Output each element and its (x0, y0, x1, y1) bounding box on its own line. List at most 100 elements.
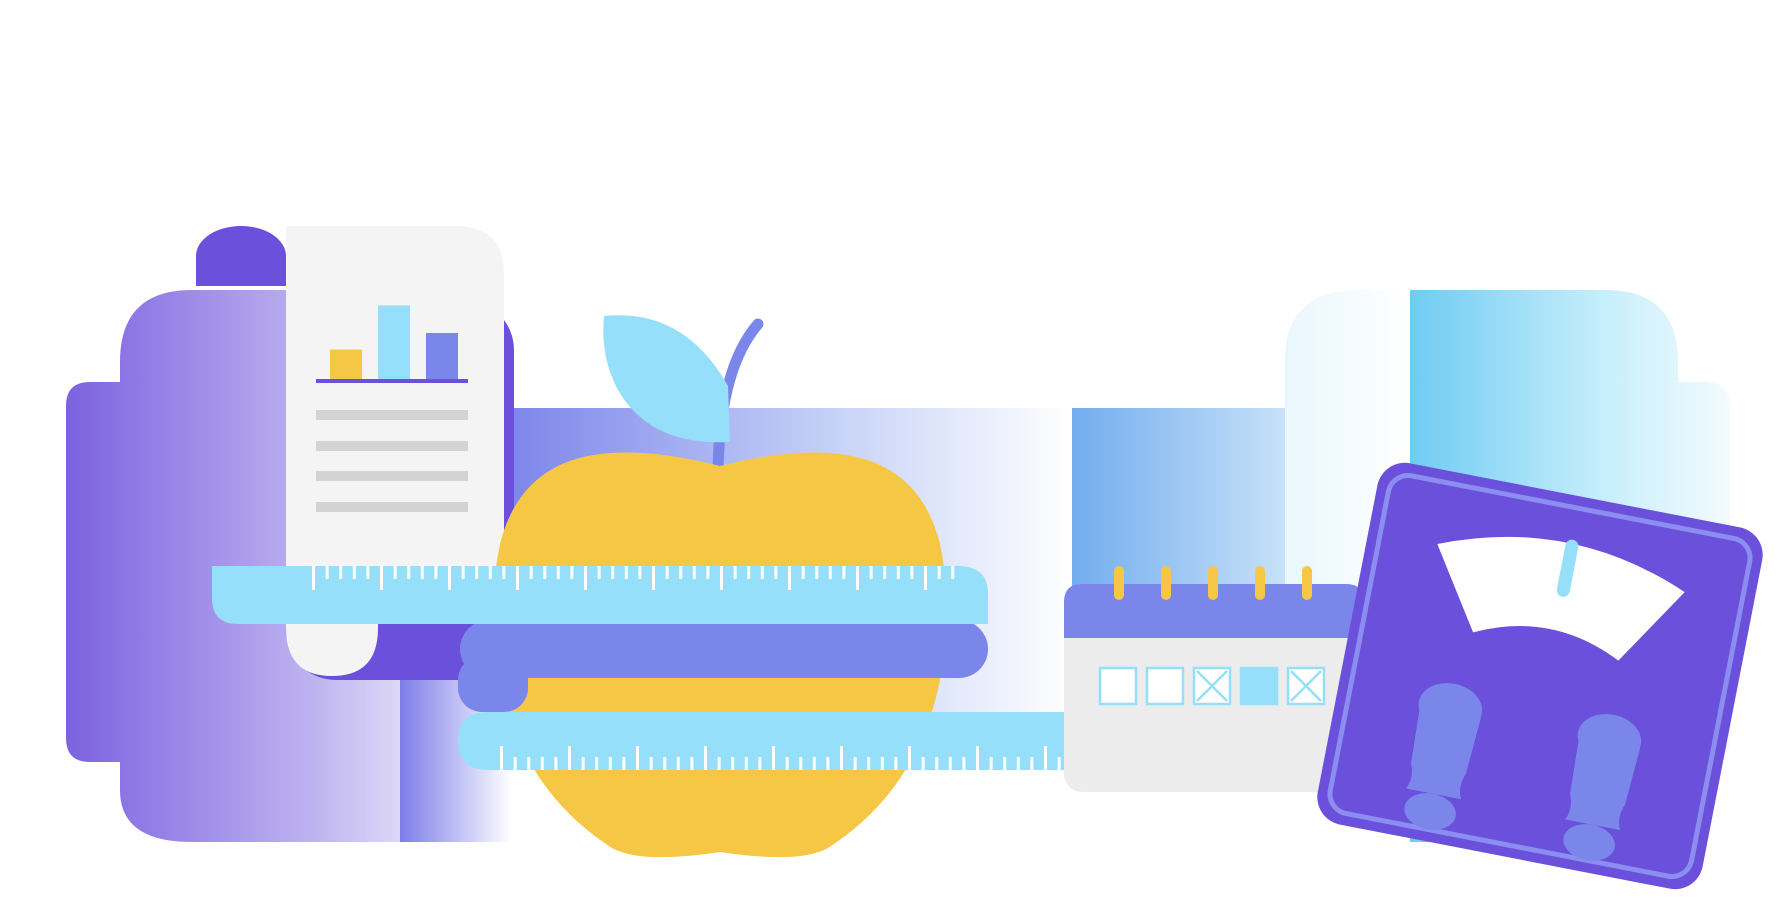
tape-tick (665, 566, 669, 579)
tape-tick (690, 757, 694, 770)
tape-tick (815, 566, 819, 579)
tape-tick (812, 757, 816, 770)
report-text-line (316, 502, 468, 512)
tape-tick (676, 757, 680, 770)
tape-tick (540, 757, 544, 770)
tape-tick (976, 746, 979, 770)
tape-tick (611, 566, 615, 579)
calendar-ring (1114, 566, 1124, 600)
tape-tick (799, 757, 803, 770)
tape-tick (570, 566, 574, 579)
tape-tick (393, 566, 397, 579)
tape-tick (744, 757, 748, 770)
tape-tick (527, 757, 531, 770)
tape-tick (747, 566, 751, 579)
tape-underside (460, 620, 988, 678)
tape-tick (733, 566, 737, 579)
tape-tick (910, 566, 914, 579)
tape-tick (461, 566, 465, 579)
tape-tick (543, 566, 547, 579)
report-text-line (316, 471, 468, 481)
tape-tick (554, 757, 558, 770)
tape-tick (652, 566, 655, 590)
tape-tick (731, 757, 735, 770)
calendar-ring (1255, 566, 1265, 600)
tape-tick (1057, 757, 1061, 770)
tape-tick (788, 566, 791, 590)
tape-tick (581, 757, 585, 770)
tape-tick (1016, 757, 1020, 770)
tape-tick (366, 566, 370, 579)
tape-tick (989, 757, 993, 770)
tape-tick (935, 757, 939, 770)
tape-tick (516, 566, 519, 590)
tape-tick (948, 757, 952, 770)
tape-tick (488, 566, 492, 579)
calendar-ring (1302, 566, 1312, 600)
tape-tick (706, 566, 710, 579)
tape-lower-back (458, 656, 528, 712)
calendar-day-crossed (1192, 666, 1232, 706)
tape-tick (679, 566, 683, 579)
tape-tick (636, 746, 639, 770)
tape-tick (908, 746, 911, 770)
tape-tick (842, 566, 846, 579)
tape-tick (649, 757, 653, 770)
tape-tick (568, 746, 571, 770)
tape-tick (529, 566, 533, 579)
report-chart-bar (330, 349, 362, 379)
calendar-day-empty (1145, 666, 1185, 706)
tape-tick (951, 566, 955, 579)
tape-tick (380, 566, 383, 590)
tape-tick (826, 757, 830, 770)
tape-tick (622, 757, 626, 770)
tape-tick (937, 566, 941, 579)
tape-tick (420, 566, 424, 579)
tape-tick (772, 746, 775, 770)
calendar-ring (1208, 566, 1218, 600)
report-chart-baseline (316, 379, 468, 383)
tape-tick (774, 566, 778, 579)
tape-tick (475, 566, 479, 579)
tape-tick (785, 757, 789, 770)
tape-tick (828, 566, 832, 579)
tape-tick (1003, 757, 1007, 770)
tape-tick (584, 566, 587, 590)
calendar-ring (1161, 566, 1171, 600)
bathroom-scale (1317, 462, 1763, 890)
tape-tick (352, 566, 356, 579)
tape-tick (704, 746, 707, 770)
tape-tick (1044, 746, 1047, 770)
tape-tick (856, 566, 859, 590)
tape-tick (556, 566, 560, 579)
tape-tick (513, 757, 517, 770)
tape-tick (760, 566, 764, 579)
tape-tick (434, 566, 438, 579)
tape-tick (758, 757, 762, 770)
tape-tick (853, 757, 857, 770)
tape-tick (921, 757, 925, 770)
report-text-line (316, 410, 468, 420)
tape-tick (720, 566, 723, 590)
tape-lower (458, 712, 1158, 770)
tape-tick (801, 566, 805, 579)
tape-tick (325, 566, 329, 579)
tape-tick (867, 757, 871, 770)
tape-tick (608, 757, 612, 770)
tape-tick (894, 757, 898, 770)
report-chart-bar (426, 333, 458, 379)
tape-tick (1030, 757, 1034, 770)
tape-tick (502, 566, 506, 579)
tape-tick (663, 757, 667, 770)
tape-tick (896, 566, 900, 579)
calendar-day-boxes (1098, 666, 1326, 706)
report-chart-bar (378, 305, 410, 379)
tape-tick (869, 566, 873, 579)
tape-tick (500, 746, 503, 770)
tape-tick (597, 566, 601, 579)
tape-tick (595, 757, 599, 770)
tape-tick (924, 566, 927, 590)
tape-tick (448, 566, 451, 590)
calendar (1064, 566, 1364, 792)
tape-tick (962, 757, 966, 770)
